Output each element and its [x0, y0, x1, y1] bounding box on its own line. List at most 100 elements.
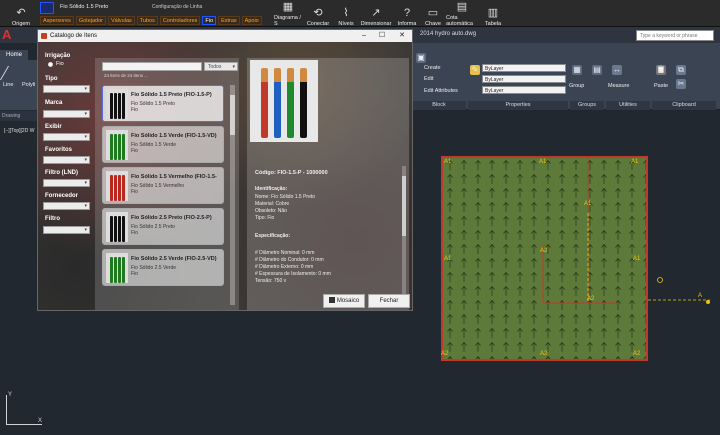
fechar-button[interactable]: Fechar — [368, 294, 410, 308]
catalog-dialog[interactable]: Catalogo de Itens – ☐ ✕ Irrigação Fio Ti… — [37, 29, 413, 311]
block-create-button[interactable]: Create — [424, 65, 441, 71]
block-edit-button[interactable]: Edit — [424, 76, 433, 82]
color-combo[interactable]: ByLayer — [482, 64, 566, 72]
ucs-x-axis — [6, 424, 42, 425]
linetype-combo[interactable]: ByLayer — [482, 75, 566, 83]
origem-button[interactable]: ↶ Origem — [8, 1, 34, 27]
exibir-select[interactable] — [43, 133, 90, 141]
fornecedor-select[interactable] — [43, 202, 90, 210]
utilities-panel-title[interactable]: Utilities — [606, 101, 650, 110]
filtro-select[interactable] — [43, 226, 90, 234]
niveis-button[interactable]: ⌇ Níveis — [334, 1, 358, 27]
properties-panel-title[interactable]: Properties — [468, 101, 568, 110]
filtro-lnd-select[interactable] — [43, 179, 90, 187]
wire-thumbnail — [106, 171, 128, 201]
tab-valvulas[interactable]: Válvulas — [107, 16, 135, 25]
detail-obsoleto: Obsoleto: Não — [255, 208, 287, 214]
document-title: 2014 hydro auto.dwg — [420, 31, 477, 37]
tab-home[interactable]: Home — [0, 50, 28, 60]
lineweight-combo[interactable]: ByLayer — [482, 86, 566, 94]
group-button[interactable]: Group — [569, 83, 584, 89]
tabela-button[interactable]: ▥ Tabela — [482, 1, 504, 27]
fio-radio[interactable] — [48, 62, 53, 67]
plugin-tabs: Aspersores Gotejador Válvulas Tubos Cont… — [40, 16, 262, 26]
filter-irrigacao-label: Irrigação — [45, 53, 71, 59]
measure-button[interactable]: Measure — [608, 83, 629, 89]
undo-icon: ↶ — [16, 7, 26, 19]
groups-panel-title[interactable]: Groups — [570, 101, 604, 110]
wire-thumbnail — [106, 253, 128, 283]
insert-block-icon[interactable]: ▣ — [416, 53, 426, 63]
mosaico-button[interactable]: Mosaico — [323, 294, 365, 308]
list-item[interactable]: Fio Sólido 2.5 Verde (FIO-2.5-VD) Fio Só… — [102, 249, 224, 286]
detail-code: Código: FIO-1.5-P - 1000000 — [255, 170, 328, 176]
wire-type-combo[interactable]: Fio Sólido 1.5 Preto — [60, 2, 150, 12]
tab-apoio[interactable]: Apoio — [241, 16, 262, 25]
list-item[interactable]: Fio Sólido 1.5 Preto (FIO-1.5-P) Fio Sól… — [102, 85, 224, 122]
detail-scrollbar-thumb[interactable] — [402, 176, 406, 236]
cota-automatica-button[interactable]: ▤ Cota automática — [446, 1, 478, 27]
favoritos-select[interactable] — [43, 156, 90, 164]
group-icon[interactable]: ▦ — [572, 65, 582, 75]
viewport-label[interactable]: [−][Top][2D W — [4, 128, 34, 134]
items-list[interactable]: Fio Sólido 1.5 Preto (FIO-1.5-P) Fio Sól… — [95, 58, 239, 310]
tab-aspersores[interactable]: Aspersores — [40, 16, 74, 25]
filter-filtro-label: Filtro — [45, 216, 60, 222]
tab-extras[interactable]: Extras — [218, 16, 240, 25]
close-icon[interactable]: ✕ — [394, 30, 410, 42]
acad-ribbon: ▣ Create Edit Edit Attributes ✎ ByLayer … — [412, 43, 720, 110]
list-item[interactable]: Fio Sólido 2.5 Preto (FIO-2.5-P) Fio Sól… — [102, 208, 224, 245]
label-a2-center: A2 — [540, 248, 548, 254]
tab-fio[interactable]: Fio — [202, 16, 217, 25]
grid-icon — [328, 297, 335, 304]
item-type: Fio — [131, 271, 138, 277]
list-item[interactable]: Fio Sólido 1.5 Verde (FIO-1.5-VD) Fio Só… — [102, 126, 224, 163]
line-config-label[interactable]: Configuração de Linha — [152, 2, 222, 12]
label-a1-top: A1 — [539, 159, 547, 165]
paste-button[interactable]: Paste — [654, 83, 668, 89]
copy-icon[interactable]: ⧉ — [676, 65, 686, 75]
detail-spec-header: Especificação: — [255, 233, 291, 239]
item-title: Fio Sólido 2.5 Verde (FIO-2.5-VD) — [131, 256, 217, 262]
measure-icon[interactable]: ↔ — [612, 65, 622, 75]
informa-button[interactable]: ? Informa — [396, 1, 418, 27]
diagrama-button[interactable]: ▦ Diagrama / S — [274, 1, 302, 27]
tab-tubos[interactable]: Tubos — [136, 16, 158, 25]
connect-icon: ⟲ — [313, 7, 323, 19]
list-item[interactable]: Fio Sólido 1.5 Vermelho (FIO-1.5- Fio Só… — [102, 167, 224, 204]
filter-fornecedor-label: Fornecedor — [45, 193, 79, 199]
draw-panel: Line Polyli — [0, 60, 40, 110]
item-type: Fio — [131, 189, 138, 195]
detail-nome: Nome: Fio Sólido 1.5 Preto — [255, 194, 316, 200]
line-tool-button[interactable]: Line — [3, 82, 13, 88]
detail-scrollbar[interactable] — [402, 166, 406, 306]
edit-attributes-button[interactable]: Edit Attributes — [424, 88, 458, 94]
minimize-icon[interactable]: – — [356, 30, 372, 42]
chave-button[interactable]: ▭ Chave — [422, 1, 444, 27]
ungroup-icon[interactable]: ▤ — [592, 65, 602, 75]
dimensionar-button[interactable]: ↗ Dimensionar — [361, 1, 392, 27]
polyline-tool-button[interactable]: Polyli — [22, 82, 35, 88]
paste-icon[interactable]: 📋 — [656, 65, 666, 75]
help-search-input[interactable]: Type a keyword or phrase — [636, 30, 714, 41]
dialog-titlebar[interactable]: Catalogo de Itens – ☐ ✕ — [38, 30, 412, 42]
maximize-icon[interactable]: ☐ — [374, 30, 390, 42]
diagram-icon: ▦ — [282, 1, 294, 13]
tab-drawing[interactable]: Drawing — [0, 111, 40, 121]
tipo-select[interactable] — [43, 85, 90, 93]
conectar-button[interactable]: ⟲ Conectar — [306, 1, 330, 27]
autocad-logo-icon[interactable]: A — [2, 28, 18, 42]
match-properties-icon[interactable]: ✎ — [470, 65, 480, 75]
pipe-connection-line — [648, 277, 710, 304]
irrigation-sector-drawing[interactable]: A1 A1 A1 A1 A1 A1 A2 A2 A2 A2 A2 — [441, 156, 648, 361]
fio-tool-icon[interactable] — [40, 2, 54, 14]
marca-select[interactable] — [43, 110, 90, 118]
filter-lnd-label: Filtro (LND) — [45, 170, 78, 176]
list-scrollbar-thumb[interactable] — [230, 95, 235, 135]
list-scrollbar[interactable] — [230, 85, 235, 305]
tab-controladores[interactable]: Controladores — [159, 16, 201, 25]
cut-icon[interactable]: ✂ — [676, 79, 686, 89]
tab-gotejador[interactable]: Gotejador — [75, 16, 106, 25]
clipboard-panel-title[interactable]: Clipboard — [652, 101, 716, 110]
block-panel-title[interactable]: Block — [412, 101, 466, 110]
